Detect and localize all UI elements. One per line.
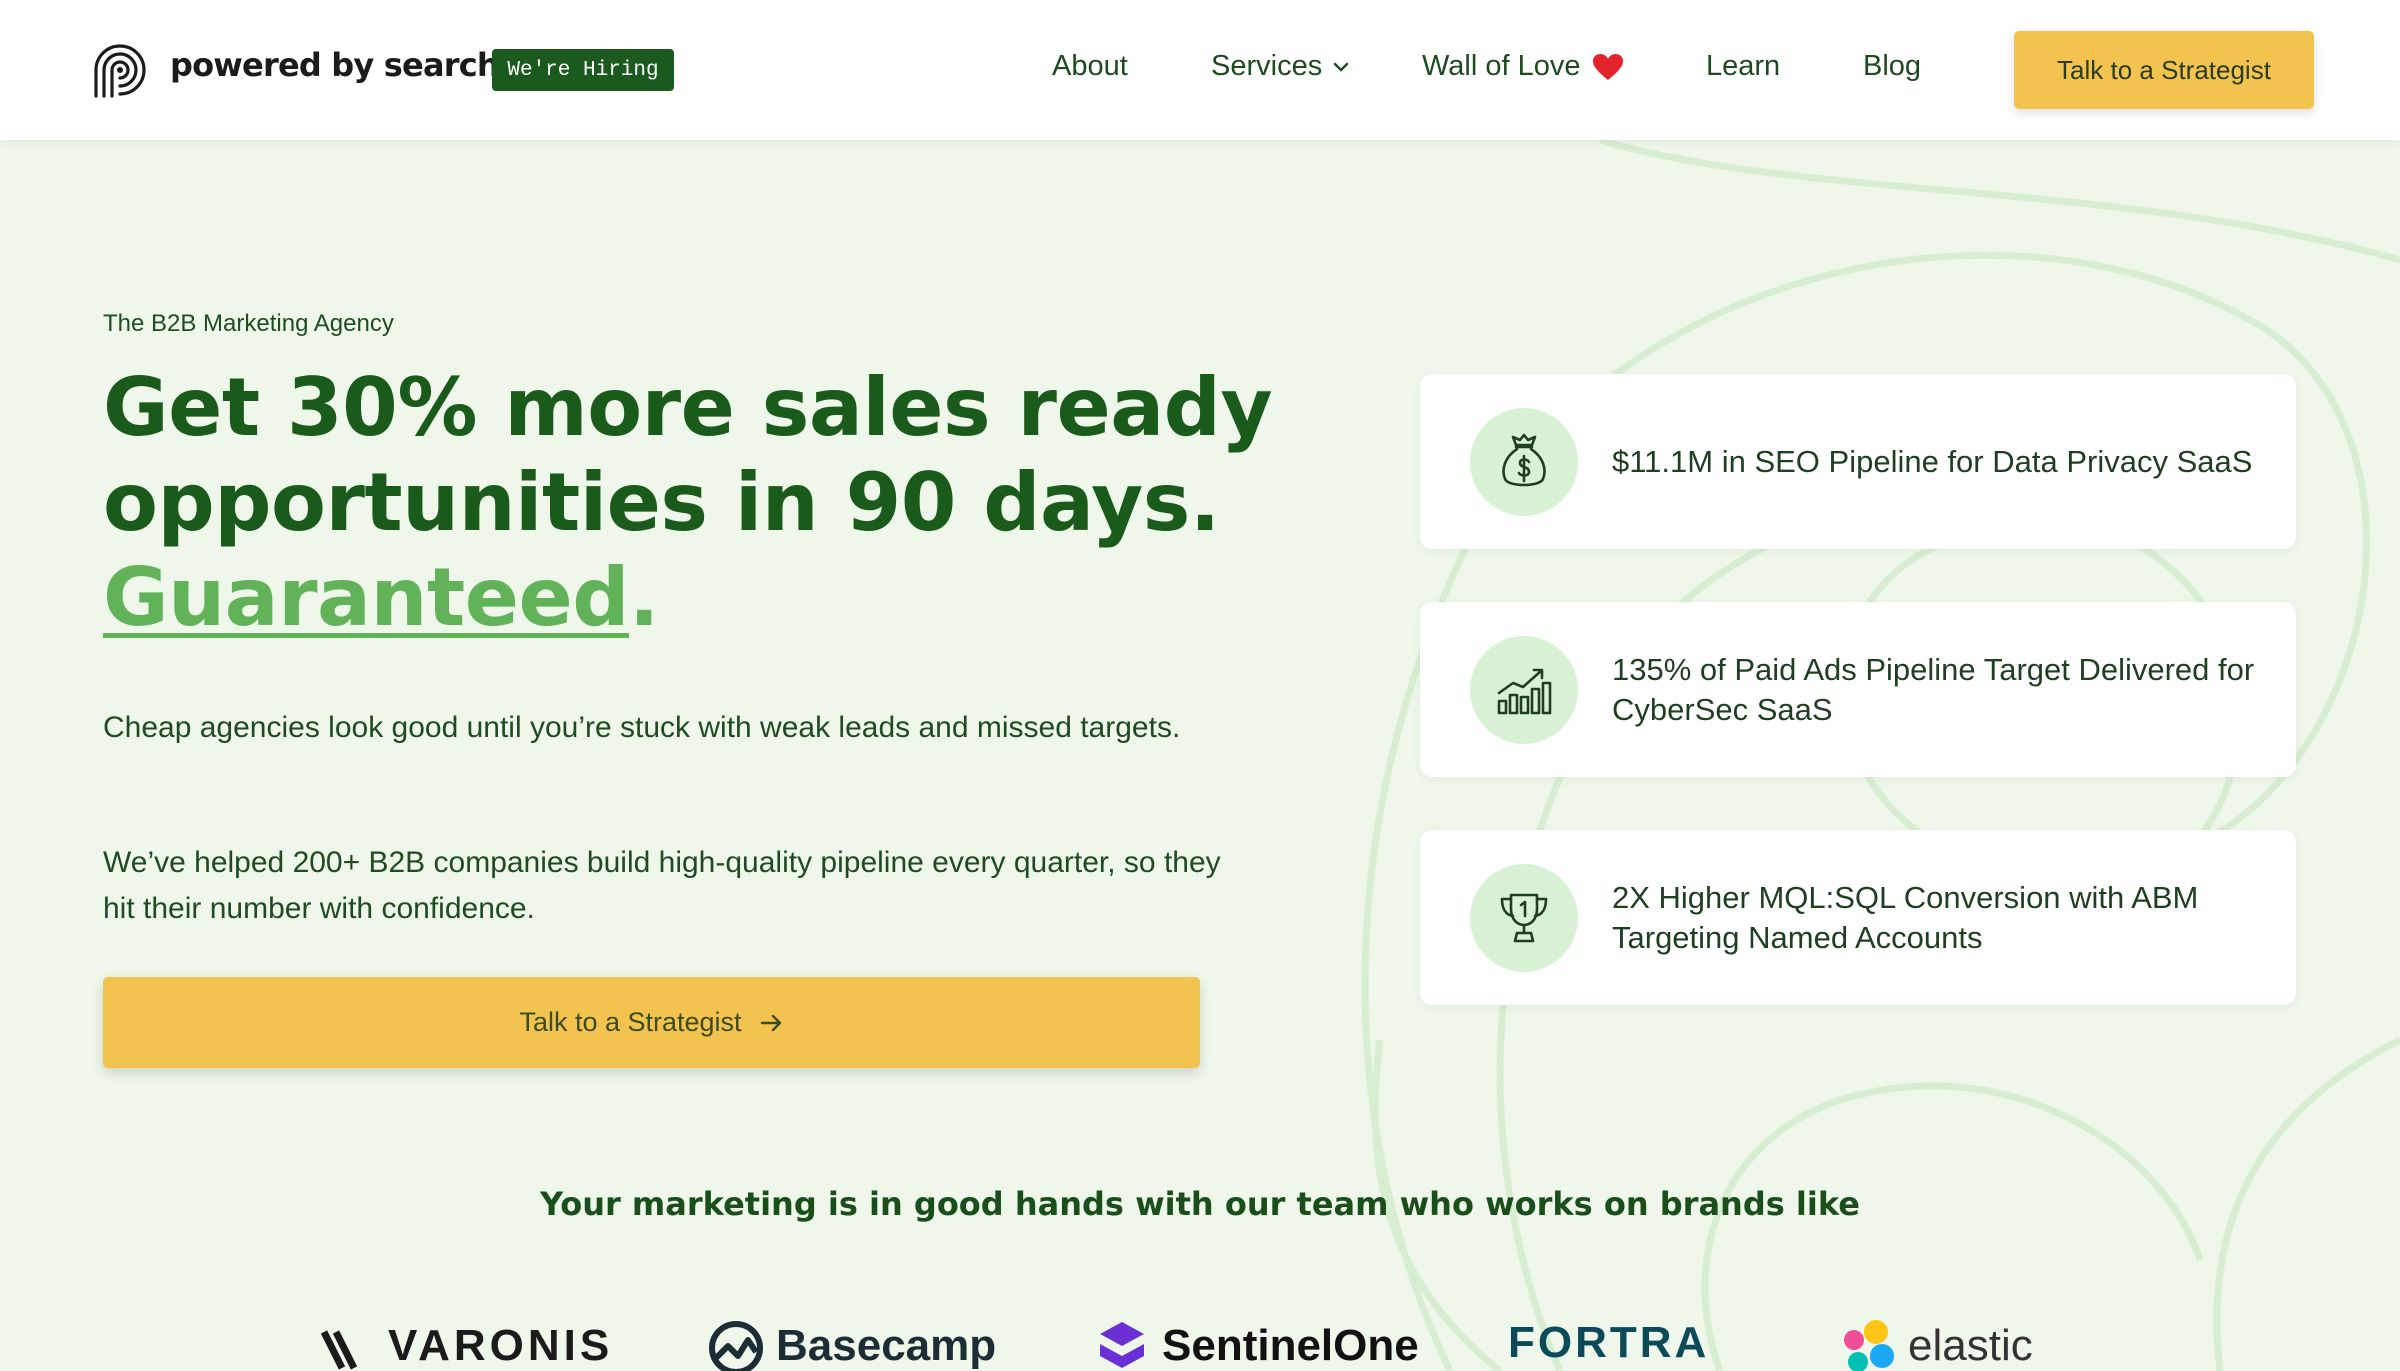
nav-about-label: About: [1052, 50, 1128, 82]
nav-blog-label: Blog: [1863, 50, 1922, 82]
stat-card: 2X Higher MQL:SQL Conversion with ABM Ta…: [1420, 830, 2296, 1005]
hero-paragraph-1: Cheap agencies look good until you’re st…: [103, 711, 1181, 744]
headline-emphasis: Guaranteed: [103, 551, 630, 644]
nav-wall-of-love[interactable]: Wall of Love: [1422, 50, 1625, 83]
nav-services-label: Services: [1211, 50, 1323, 82]
elastic-logo: elastic: [1840, 1318, 2033, 1371]
nav-services[interactable]: Services: [1211, 50, 1350, 83]
headline-period: .: [629, 551, 659, 644]
nav-blog[interactable]: Blog: [1863, 50, 1921, 83]
talk-to-strategist-header-button[interactable]: Talk to a Strategist: [2014, 31, 2314, 109]
brands-title: Your marketing is in good hands with our…: [540, 1185, 1860, 1223]
basecamp-wordmark: Basecamp: [776, 1321, 997, 1370]
nav-learn-label: Learn: [1706, 50, 1781, 82]
hero-paragraph-2: We’ve helped 200+ B2B companies build hi…: [103, 846, 1221, 925]
growth-chart-icon: [1497, 668, 1552, 715]
stat-icon-wrap: [1470, 636, 1578, 744]
stat-text: 2X Higher MQL:SQL Conversion with ABM Ta…: [1612, 879, 2199, 955]
sentinelone-logo: SentinelOne: [1094, 1318, 1419, 1371]
headline-line-1: Get 30% more sales ready: [103, 361, 1273, 454]
stat-text: $11.1M in SEO Pipeline for Data Privacy …: [1612, 443, 2253, 479]
nav-learn[interactable]: Learn: [1706, 50, 1780, 83]
stat-card: 135% of Paid Ads Pipeline Target Deliver…: [1420, 602, 2296, 777]
stat-icon-wrap: [1470, 864, 1578, 972]
basecamp-icon: [709, 1321, 763, 1371]
varonis-icon: [320, 1330, 358, 1370]
nav-wall-of-love-label: Wall of Love: [1422, 50, 1581, 82]
nav-about[interactable]: About: [1052, 50, 1128, 83]
arrow-right-icon: [760, 1014, 781, 1031]
money-bag-icon: [1502, 433, 1546, 487]
headline-line-2: opportunities in 90 days.: [103, 456, 1220, 549]
chevron-down-icon: [1334, 62, 1349, 72]
varonis-logo: VARONIS: [320, 1318, 613, 1371]
heart-icon: [1592, 53, 1623, 80]
powered-by-search-logo-icon[interactable]: [86, 36, 154, 104]
elastic-icon: [1844, 1320, 1894, 1371]
hero-eyebrow: The B2B Marketing Agency: [103, 310, 394, 337]
fortra-wordmark: FORTRA: [1508, 1318, 1710, 1367]
varonis-wordmark: VARONIS: [388, 1321, 614, 1370]
stat-text: 135% of Paid Ads Pipeline Target Deliver…: [1612, 651, 2255, 727]
trophy-icon: [1500, 893, 1548, 943]
hero-headline: Get 30% more sales ready opportunities i…: [103, 360, 1303, 645]
stat-icon-wrap: [1470, 408, 1578, 516]
fortra-logo: FORTRA: [1508, 1318, 1709, 1368]
site-header: powered by search We're Hiring About Ser…: [0, 0, 2400, 140]
sentinelone-wordmark: SentinelOne: [1162, 1321, 1419, 1370]
hiring-badge[interactable]: We're Hiring: [492, 49, 674, 91]
sentinelone-icon: [1100, 1322, 1144, 1368]
hero-cta-label: Talk to a Strategist: [519, 1007, 742, 1037]
basecamp-logo: Basecamp: [708, 1318, 996, 1371]
elastic-wordmark: elastic: [1908, 1321, 2033, 1370]
stat-card: $11.1M in SEO Pipeline for Data Privacy …: [1420, 374, 2296, 549]
brand-name[interactable]: powered by search: [170, 46, 500, 84]
talk-to-strategist-hero-button[interactable]: Talk to a Strategist: [103, 977, 1200, 1068]
